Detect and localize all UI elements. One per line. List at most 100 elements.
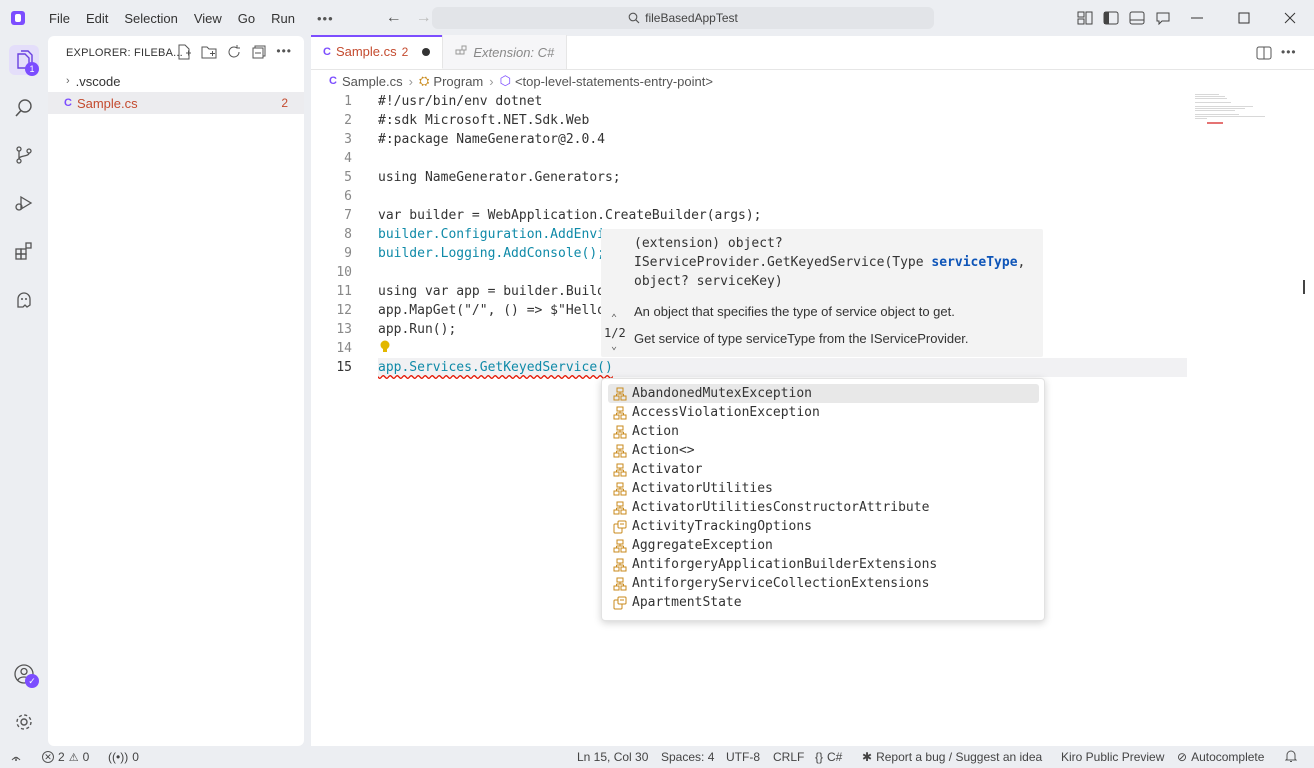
suggestion-item[interactable]: AccessViolationException xyxy=(608,403,1039,422)
suggestion-item[interactable]: AbandonedMutexException xyxy=(608,384,1039,403)
chat-icon[interactable] xyxy=(1154,9,1172,27)
encoding[interactable]: UTF-8 xyxy=(726,750,760,764)
report-bug-link[interactable]: ✱ Report a bug / Suggest an idea xyxy=(862,750,1042,764)
suggestion-item[interactable]: Activator xyxy=(608,460,1039,479)
explorer-icon[interactable]: 1 xyxy=(9,45,39,76)
tab-label: Sample.cs xyxy=(335,44,397,59)
suggestion-item[interactable]: AntiforgeryApplicationBuilderExtensions xyxy=(608,555,1039,574)
tree-item-sample-cs[interactable]: C Sample.cs 2 xyxy=(48,92,304,114)
code-line: 11 using var app = builder.Build xyxy=(336,284,605,299)
menu-run[interactable]: Run xyxy=(263,11,303,26)
activity-bar: 1 ✓ xyxy=(0,36,48,746)
breadcrumb-method[interactable]: <top-level-statements-entry-point> xyxy=(515,74,713,89)
extensions-icon[interactable] xyxy=(12,239,36,263)
indentation[interactable]: Spaces: 4 xyxy=(661,750,714,764)
toggle-sidebar-icon[interactable] xyxy=(1102,9,1120,27)
active-parameter: serviceType xyxy=(931,255,1018,270)
class-icon xyxy=(612,557,628,573)
suggestion-item[interactable]: ActivatorUtilitiesConstructorAttribute xyxy=(608,498,1039,517)
app-logo xyxy=(11,11,25,25)
suggestion-item[interactable]: AggregateException xyxy=(608,536,1039,555)
suggestion-item[interactable]: ActivatorUtilities xyxy=(608,479,1039,498)
settings-gear-icon[interactable] xyxy=(12,710,36,734)
forward-arrow-icon[interactable]: → xyxy=(416,9,432,27)
command-center-search[interactable]: fileBasedAppTest xyxy=(432,7,934,29)
error-icon: ✕ xyxy=(42,751,54,763)
class-icon xyxy=(612,443,628,459)
tab-sample-cs[interactable]: C Sample.cs 2 xyxy=(311,35,444,69)
customize-layout-icon[interactable] xyxy=(1076,9,1094,27)
scrollbar-marker[interactable] xyxy=(1303,280,1305,294)
code-line: 13 app.Run(); xyxy=(336,322,457,337)
close-icon[interactable] xyxy=(1280,8,1300,28)
tab-extension-csharp[interactable]: Extension: C# xyxy=(443,35,568,69)
toggle-panel-icon[interactable] xyxy=(1128,9,1146,27)
chevron-right-icon: › xyxy=(66,75,70,87)
back-arrow-icon[interactable]: ← xyxy=(386,9,402,27)
breadcrumb: C Sample.cs › ⛭ Program › ⬡ <top-level-s… xyxy=(311,70,1314,92)
collapse-all-icon[interactable] xyxy=(251,44,267,63)
code-line: 7 var builder = WebApplication.CreateBuil… xyxy=(344,208,762,223)
minimap[interactable] xyxy=(1193,92,1283,132)
tree-item-vscode[interactable]: › .vscode xyxy=(48,70,304,92)
suggestion-item[interactable]: ApartmentState xyxy=(608,593,1039,612)
more-actions-icon[interactable]: ••• xyxy=(276,44,292,63)
tree-item-label: Sample.cs xyxy=(76,95,138,111)
ghost-icon[interactable] xyxy=(12,288,36,312)
code-line: 12 app.MapGet("/", () => $"Hello xyxy=(336,303,605,318)
ports-count: 0 xyxy=(132,750,139,764)
breadcrumb-file[interactable]: Sample.cs xyxy=(342,74,403,89)
class-icon xyxy=(612,386,628,402)
menu-view[interactable]: View xyxy=(186,11,230,26)
menu-file[interactable]: File xyxy=(41,11,78,26)
new-folder-icon[interactable] xyxy=(201,44,217,63)
chevron-down-icon[interactable]: ⌄ xyxy=(611,341,617,352)
cursor-position[interactable]: Ln 15, Col 30 xyxy=(577,750,648,764)
split-editor-icon[interactable] xyxy=(1256,45,1272,64)
suggestion-item[interactable]: ActivityTrackingOptions xyxy=(608,517,1039,536)
ports-indicator[interactable]: ((•)) 0 xyxy=(108,750,139,764)
maximize-icon[interactable] xyxy=(1234,8,1254,28)
class-icon xyxy=(612,424,628,440)
preview-label[interactable]: Kiro Public Preview xyxy=(1061,750,1164,764)
explorer-title: EXPLORER: FILEBA... xyxy=(66,47,183,59)
overload-counter: 1/2 xyxy=(604,326,626,340)
csharp-file-icon: C xyxy=(329,75,337,87)
lightbulb-icon[interactable] xyxy=(378,339,392,359)
code-line: 14 xyxy=(336,341,352,356)
modified-dot-icon[interactable] xyxy=(422,47,431,56)
line-ending[interactable]: CRLF xyxy=(773,750,804,764)
autocomplete-toggle[interactable]: ⊘ Autocomplete xyxy=(1177,750,1264,764)
minimize-icon[interactable] xyxy=(1187,8,1207,28)
suggestion-item[interactable]: Action<> xyxy=(608,441,1039,460)
remote-icon[interactable] xyxy=(10,750,22,762)
new-file-icon[interactable] xyxy=(176,44,192,63)
menu-go[interactable]: Go xyxy=(230,11,263,26)
chevron-up-icon[interactable]: ⌃ xyxy=(611,313,617,324)
more-menu-icon[interactable]: ••• xyxy=(309,11,342,26)
menu-selection[interactable]: Selection xyxy=(116,11,185,26)
title-bar: File Edit Selection View Go Run ••• ← → … xyxy=(0,0,1314,36)
chevron-right-icon: › xyxy=(489,73,494,89)
report-label: Report a bug / Suggest an idea xyxy=(876,750,1043,764)
source-control-icon[interactable] xyxy=(12,143,36,167)
signature-text: (extension) object? IServiceProvider.Get… xyxy=(634,236,1026,289)
suggestion-item[interactable]: AntiforgeryServiceCollectionExtensions xyxy=(608,574,1039,593)
code-line: 15 app.Services.GetKeyedService() xyxy=(336,360,613,375)
language-mode[interactable]: {} C# xyxy=(815,750,842,764)
account-icon[interactable]: ✓ xyxy=(12,662,39,688)
search-icon[interactable] xyxy=(12,96,36,120)
chevron-right-icon: › xyxy=(408,73,413,89)
warning-count: 0 xyxy=(82,750,90,764)
breadcrumb-class[interactable]: Program xyxy=(433,74,483,89)
refresh-icon[interactable] xyxy=(226,44,242,63)
problems-indicator[interactable]: ✕ 2 ⚠ 0 xyxy=(42,750,89,764)
run-debug-icon[interactable] xyxy=(12,191,36,215)
editor-tabs: C Sample.cs 2 Extension: C# ••• xyxy=(311,35,1314,70)
suggestion-item[interactable]: Action xyxy=(608,422,1039,441)
workspace-name: fileBasedAppTest xyxy=(645,11,738,25)
enum-icon xyxy=(612,519,628,535)
editor-more-icon[interactable]: ••• xyxy=(1281,45,1297,59)
notifications-bell-icon[interactable] xyxy=(1285,750,1297,763)
menu-edit[interactable]: Edit xyxy=(78,11,116,26)
